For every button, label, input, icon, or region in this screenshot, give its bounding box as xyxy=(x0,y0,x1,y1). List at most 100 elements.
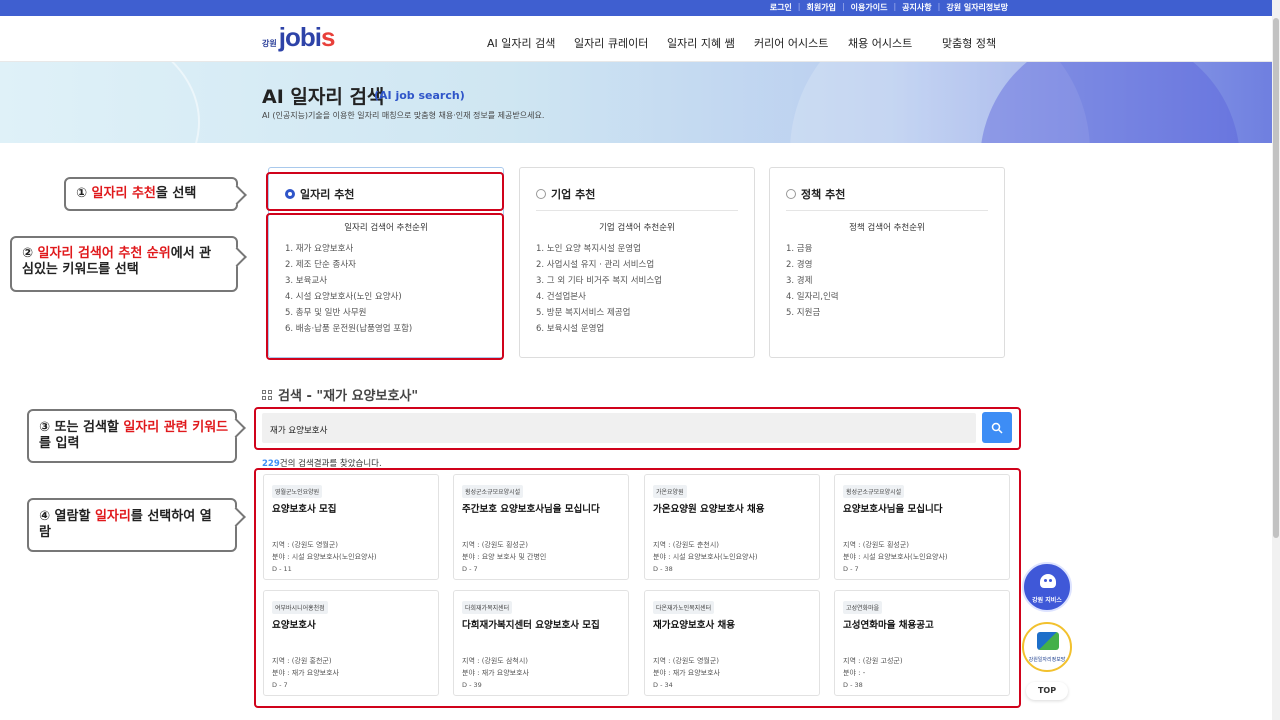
search-button[interactable] xyxy=(982,412,1012,443)
job-title: 주간보호 요양보호사님을 모십니다 xyxy=(462,504,600,515)
scrollbar-thumb[interactable] xyxy=(1273,18,1279,538)
grid-icon xyxy=(262,389,272,400)
search-icon xyxy=(991,422,1003,434)
job-field: 분야 : 시설 요양보호사(노인요양사) xyxy=(653,553,758,561)
callout-step-2: ② 일자리 검색어 추천 순위에서 관심있는 키워드를 선택 xyxy=(10,236,247,292)
callout-step-4: ④ 열람할 일자리를 선택하여 열람 xyxy=(27,498,246,552)
utility-links: 로그인 | 회원가입 | 이용가이드 | 공지사항 | 강원 일자리정보망 xyxy=(769,2,1008,13)
job-card[interactable]: 횡성군소규모요양시설 주간보호 요양보호사님을 모십니다 지역 : (강원도 횡… xyxy=(453,474,629,580)
job-region: 지역 : (강원 홍천군) xyxy=(272,657,332,665)
job-field: 분야 : - xyxy=(843,669,866,677)
keyword-item[interactable]: 5. 방문 복지서비스 제공업 xyxy=(536,305,662,321)
job-field: 분야 : 시설 요양보호사(노인요양사) xyxy=(843,553,948,561)
job-field: 분야 : 재가 요양보호사 xyxy=(272,669,339,677)
nav-job-curator[interactable]: 일자리 큐레이터 xyxy=(574,35,648,51)
nav-career-assist[interactable]: 커리어 어시스트 xyxy=(754,35,828,51)
keyword-item[interactable]: 1. 노인 요양 복지시설 운영업 xyxy=(536,241,662,257)
keyword-item[interactable]: 4. 일자리,인력 xyxy=(786,289,839,305)
job-title: 다희재가복지센터 요양보호사 모집 xyxy=(462,620,600,631)
org-badge: 여부바시니어홍천점 xyxy=(272,601,328,614)
job-title: 고성연화마을 채용공고 xyxy=(843,620,934,631)
dday-label: D - 7 xyxy=(843,565,859,573)
job-card[interactable]: 가온요양원 가온요양원 요양보호사 채용 지역 : (강원도 춘천시) 분야 : … xyxy=(644,474,820,580)
dday-label: D - 34 xyxy=(653,681,673,689)
page-description: AI (인공지능)기술을 이용한 일자리 매칭으로 맞춤형 채용·인재 정보를 … xyxy=(262,111,545,120)
gangwon-logo-icon xyxy=(1037,632,1059,650)
nav-hiring-assist[interactable]: 채용 어시스트 xyxy=(848,35,912,51)
callout-step-3: ③ 또는 검색할 일자리 관련 키워드를 입력 xyxy=(27,409,246,463)
job-title: 재가요양보호사 채용 xyxy=(653,620,735,631)
dday-label: D - 38 xyxy=(843,681,863,689)
portal-link[interactable]: 강원 일자리정보망 xyxy=(946,2,1008,13)
org-badge: 횡성군소규모요양시설 xyxy=(843,485,905,498)
dday-label: D - 38 xyxy=(653,565,673,573)
chatbot-button[interactable]: 강원 지비스 xyxy=(1022,562,1072,612)
dday-label: D - 11 xyxy=(272,565,292,573)
dday-label: D - 7 xyxy=(462,565,478,573)
job-region: 지역 : (강원도 영월군) xyxy=(653,657,720,665)
job-region: 지역 : (강원도 춘천시) xyxy=(653,541,720,549)
site-logo[interactable]: 강원 jobis xyxy=(262,22,335,53)
dday-label: D - 7 xyxy=(272,681,288,689)
panel-company-recommend[interactable]: 기업 추천 기업 검색어 추천순위 1. 노인 요양 복지시설 운영업 2. 사… xyxy=(519,167,755,358)
scrollbar[interactable] xyxy=(1272,0,1280,720)
keyword-list: 1. 금융 2. 경영 3. 경제 4. 일자리,인력 5. 지원금 xyxy=(786,241,839,321)
scroll-top-button[interactable]: TOP xyxy=(1026,682,1068,700)
search-heading: 검색 - "재가 요양보호사" xyxy=(262,385,418,404)
radio-icon[interactable] xyxy=(536,189,546,199)
radio-icon[interactable] xyxy=(786,189,796,199)
dday-label: D - 39 xyxy=(462,681,482,689)
tab-company-recommend[interactable]: 기업 추천 xyxy=(536,186,595,202)
job-card[interactable]: 다온재가노인복지센터 재가요양보호사 채용 지역 : (강원도 영월군) 분야 :… xyxy=(644,590,820,696)
keyword-item[interactable]: 1. 금융 xyxy=(786,241,839,257)
job-region: 지역 : (강원도 횡성군) xyxy=(462,541,529,549)
job-card[interactable]: 고성연화마을 고성연화마을 채용공고 지역 : (강원 고성군) 분야 : - D… xyxy=(834,590,1010,696)
login-link[interactable]: 로그인 xyxy=(770,2,792,13)
job-region: 지역 : (강원도 횡성군) xyxy=(843,541,910,549)
signup-link[interactable]: 회원가입 xyxy=(807,2,836,13)
job-field: 분야 : 시설 요양보호사(노인요양사) xyxy=(272,553,377,561)
keyword-item[interactable]: 2. 경영 xyxy=(786,257,839,273)
job-title: 요양보호사 xyxy=(272,620,316,631)
job-card[interactable]: 횡성군소규모요양시설 요양보호사님을 모십니다 지역 : (강원도 횡성군) 분야… xyxy=(834,474,1010,580)
nav-job-wisdom[interactable]: 일자리 지혜 쌤 xyxy=(667,35,735,51)
guide-link[interactable]: 이용가이드 xyxy=(851,2,888,13)
callout-step-1: ① 일자리 추천을 선택 xyxy=(64,177,247,211)
panel-policy-recommend[interactable]: 정책 추천 정책 검색어 추천순위 1. 금융 2. 경영 3. 경제 4. 일… xyxy=(769,167,1005,358)
job-title: 요양보호사님을 모십니다 xyxy=(843,504,943,515)
nav-ai-job-search[interactable]: AI 일자리 검색 xyxy=(487,35,555,51)
tab-policy-recommend[interactable]: 정책 추천 xyxy=(786,186,845,202)
org-badge: 다온재가노인복지센터 xyxy=(653,601,715,614)
job-region: 지역 : (강원도 삼척시) xyxy=(462,657,529,665)
search-input[interactable]: 재가 요양보호사 xyxy=(262,413,976,443)
job-title: 요양보호사 모집 xyxy=(272,504,337,515)
highlight-box xyxy=(266,172,504,211)
keyword-item[interactable]: 3. 경제 xyxy=(786,273,839,289)
hero-banner: AI 일자리 검색 (AI job search) AI (인공지능)기술을 이… xyxy=(0,62,1272,143)
keyword-item[interactable]: 3. 그 외 기타 비거주 복지 서비스업 xyxy=(536,273,662,289)
notice-link[interactable]: 공지사항 xyxy=(902,2,931,13)
job-region: 지역 : (강원도 영월군) xyxy=(272,541,339,549)
panel-subtitle: 정책 검색어 추천순위 xyxy=(849,223,925,233)
org-badge: 영월군노인요양원 xyxy=(272,485,323,498)
gangwon-jobs-button[interactable]: 강원일자리정보망 xyxy=(1022,622,1072,672)
job-card[interactable]: 여부바시니어홍천점 요양보호사 지역 : (강원 홍천군) 분야 : 재가 요양보… xyxy=(263,590,439,696)
header: 강원 jobis AI 일자리 검색 일자리 큐레이터 일자리 지혜 쌤 커리어… xyxy=(0,16,1272,62)
org-badge: 횡성군소규모요양시설 xyxy=(462,485,524,498)
keyword-item[interactable]: 5. 지원금 xyxy=(786,305,839,321)
highlight-box xyxy=(266,213,504,360)
org-badge: 가온요양원 xyxy=(653,485,687,498)
panel-subtitle: 기업 검색어 추천순위 xyxy=(599,223,675,233)
job-card[interactable]: 다희재가복지센터 다희재가복지센터 요양보호사 모집 지역 : (강원도 삼척시… xyxy=(453,590,629,696)
job-region: 지역 : (강원 고성군) xyxy=(843,657,903,665)
nav-policy[interactable]: 맞춤형 정책 xyxy=(942,35,996,51)
keyword-item[interactable]: 2. 사업시설 유지 · 관리 서비스업 xyxy=(536,257,662,273)
job-field: 분야 : 재가 요양보호사 xyxy=(653,669,720,677)
keyword-item[interactable]: 6. 보육시설 운영업 xyxy=(536,321,662,337)
job-title: 가온요양원 요양보호사 채용 xyxy=(653,504,765,515)
job-card[interactable]: 영월군노인요양원 요양보호사 모집 지역 : (강원도 영월군) 분야 : 시설 … xyxy=(263,474,439,580)
org-badge: 다희재가복지센터 xyxy=(462,601,513,614)
job-field: 분야 : 요양 보호사 및 간병인 xyxy=(462,553,547,561)
robot-icon xyxy=(1040,574,1056,588)
keyword-item[interactable]: 4. 건설업본사 xyxy=(536,289,662,305)
